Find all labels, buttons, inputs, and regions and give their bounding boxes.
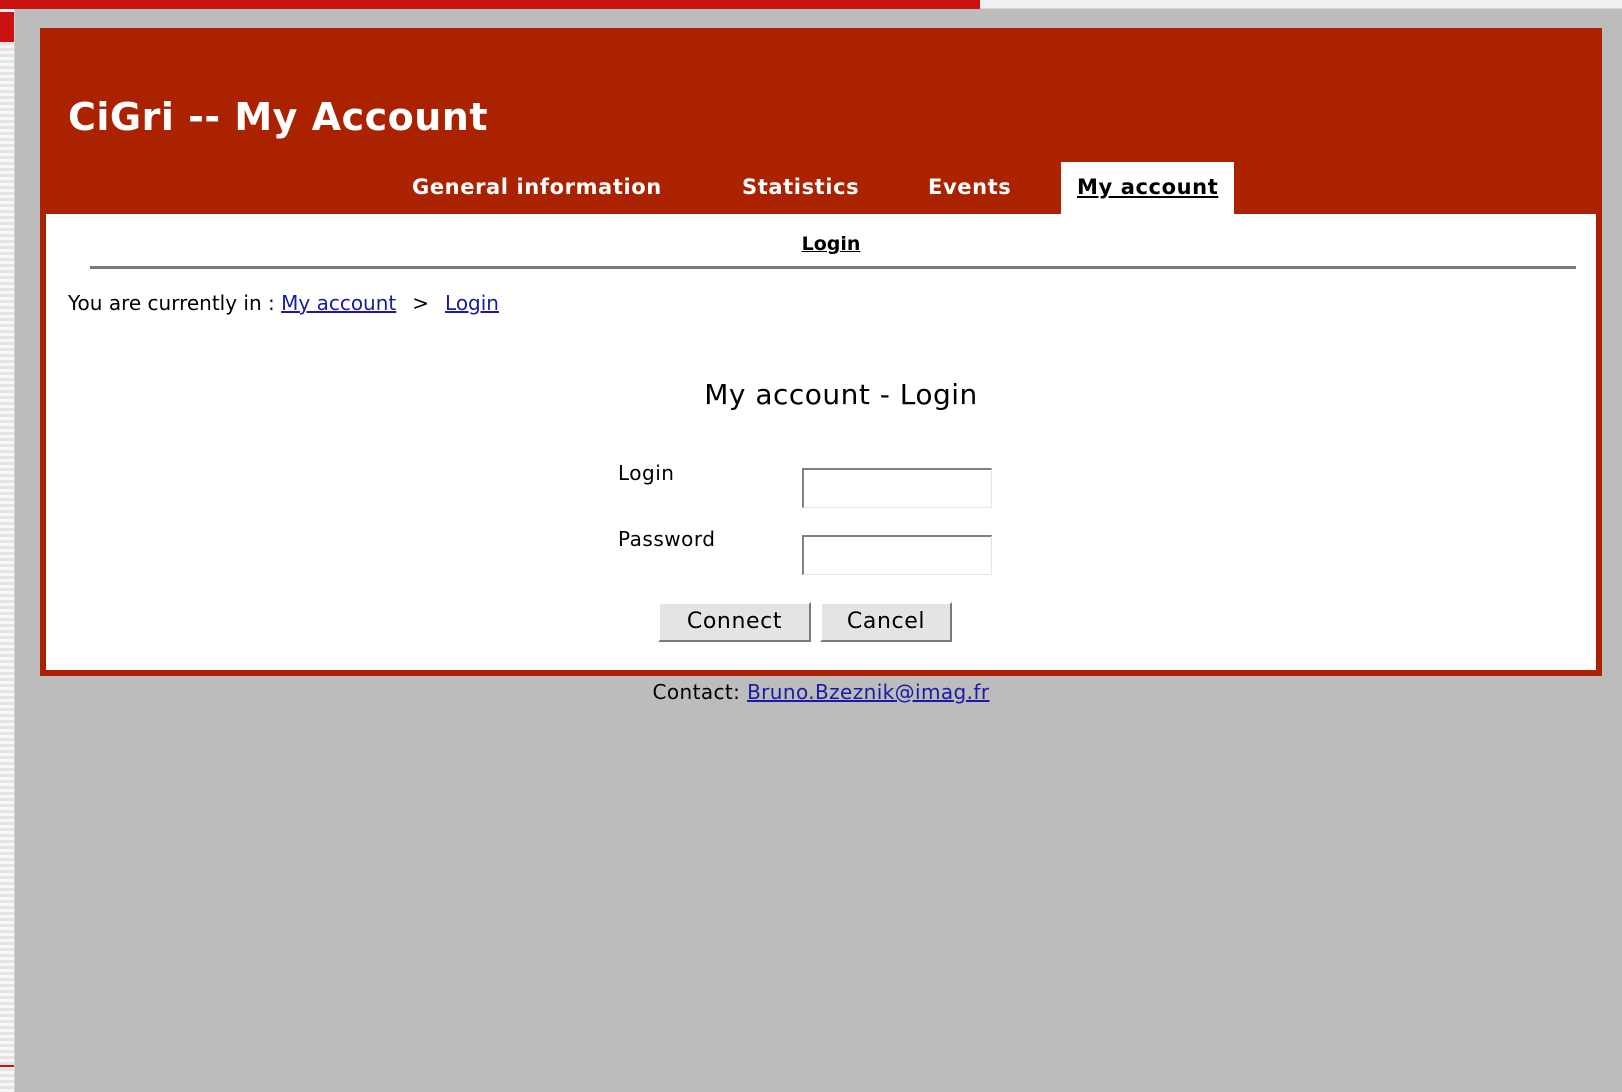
- connect-button[interactable]: Connect: [658, 602, 811, 642]
- left-decorative-strip: [0, 0, 15, 1092]
- footer: Contact: Bruno.Bzeznik@imag.fr: [0, 680, 1622, 704]
- subnav-item-login[interactable]: Login: [782, 233, 861, 255]
- password-label: Password: [618, 527, 716, 551]
- main-tabs: General information Statistics Events My…: [40, 162, 1602, 214]
- tab-events[interactable]: Events: [928, 162, 1011, 214]
- login-input[interactable]: [802, 468, 992, 508]
- page-title: CiGri -- My Account: [68, 95, 489, 139]
- breadcrumb-separator: >: [412, 291, 430, 315]
- login-label: Login: [618, 461, 675, 485]
- top-accent-bar: [0, 0, 980, 9]
- password-input[interactable]: [802, 535, 992, 575]
- left-strip-marker: [0, 12, 14, 42]
- breadcrumb-link-login[interactable]: Login: [445, 291, 499, 315]
- breadcrumb-link-my-account[interactable]: My account: [281, 291, 396, 315]
- tab-my-account[interactable]: My account: [1061, 162, 1235, 214]
- sub-navigation: Login: [46, 233, 1596, 255]
- form-title: My account - Login: [704, 378, 978, 411]
- subnav-divider: [90, 266, 1576, 269]
- left-strip-marker-bottom: [0, 1065, 14, 1067]
- tab-general-information[interactable]: General information: [412, 162, 662, 214]
- tab-statistics[interactable]: Statistics: [742, 162, 859, 214]
- cancel-button[interactable]: Cancel: [820, 602, 952, 642]
- breadcrumb: You are currently in : My account > Login: [68, 291, 499, 315]
- footer-contact-prefix: Contact:: [652, 680, 741, 704]
- top-bar-right: [980, 0, 1622, 9]
- breadcrumb-prefix: You are currently in :: [68, 291, 275, 315]
- footer-contact-email-link[interactable]: Bruno.Bzeznik@imag.fr: [747, 680, 989, 704]
- content-area: Login You are currently in : My account >…: [46, 214, 1596, 670]
- main-panel: CiGri -- My Account General information …: [40, 28, 1602, 676]
